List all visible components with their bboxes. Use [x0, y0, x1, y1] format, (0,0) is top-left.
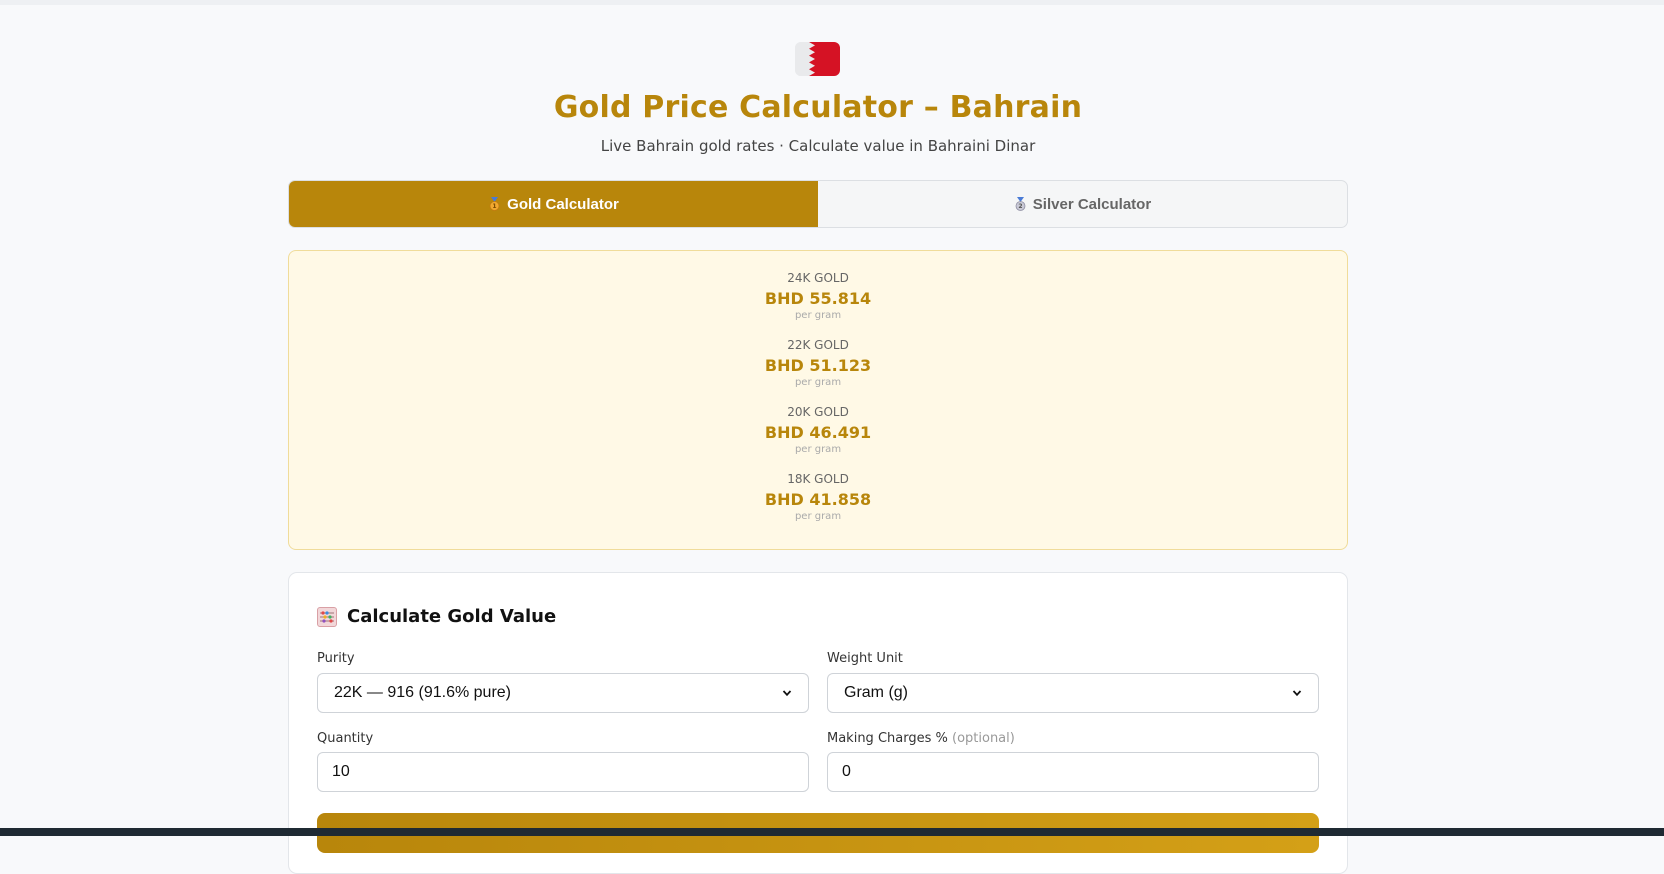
calculator-heading: Calculate Gold Value: [317, 606, 556, 627]
rate-label: 20K GOLD: [787, 405, 849, 419]
rate-24k: 24K GOLD BHD 55.814 per gram: [289, 271, 1347, 324]
gold-medal-icon: 1: [488, 197, 501, 211]
quantity-input[interactable]: 10: [317, 752, 809, 792]
optional-hint: (optional): [952, 731, 1015, 746]
rate-unit: per gram: [794, 444, 842, 455]
making-charges-label-text: Making Charges %: [827, 731, 948, 746]
tab-silver-calculator[interactable]: 2 Silver Calculator: [818, 181, 1347, 227]
making-charges-value: 0: [842, 763, 851, 780]
rate-label: 24K GOLD: [787, 271, 849, 285]
rate-price: BHD 51.123: [764, 356, 872, 375]
tab-gold-calculator[interactable]: 1 Gold Calculator: [289, 181, 818, 227]
purity-value: 22K — 916 (91.6% pure): [334, 684, 511, 701]
chevron-down-icon: [1292, 690, 1302, 697]
rate-price: BHD 55.814: [764, 289, 872, 308]
quantity-label: Quantity: [317, 731, 374, 746]
weight-unit-select[interactable]: Gram (g): [827, 673, 1319, 713]
svg-text:2: 2: [1018, 203, 1022, 210]
tab-silver-label: Silver Calculator: [1032, 195, 1152, 213]
top-border: [0, 0, 1664, 5]
gold-rates-panel: 24K GOLD BHD 55.814 per gram 22K GOLD BH…: [288, 250, 1348, 550]
calculator-heading-text: Calculate Gold Value: [347, 606, 557, 627]
rate-label: 18K GOLD: [787, 472, 849, 486]
rate-unit: per gram: [794, 310, 842, 321]
rate-unit: per gram: [794, 377, 842, 388]
purity-select[interactable]: 22K — 916 (91.6% pure): [317, 673, 809, 713]
tab-gold-label: Gold Calculator: [507, 195, 619, 213]
purity-label: Purity: [317, 651, 355, 666]
making-charges-input[interactable]: 0: [827, 752, 1319, 792]
chevron-down-icon: [782, 690, 792, 697]
page-title: Gold Price Calculator – Bahrain: [553, 90, 1083, 125]
quantity-value: 10: [332, 763, 350, 780]
rate-unit: per gram: [794, 511, 842, 522]
svg-text:1: 1: [493, 203, 497, 210]
bottom-bar: [0, 828, 1664, 836]
silver-medal-icon: 2: [1014, 197, 1027, 211]
rate-label: 22K GOLD: [787, 338, 849, 352]
bahrain-flag-icon: [795, 42, 840, 76]
calculator-tabs: 1 Gold Calculator 2 Silver Calculator: [288, 180, 1348, 228]
weight-unit-value: Gram (g): [844, 684, 908, 701]
rate-20k: 20K GOLD BHD 46.491 per gram: [289, 405, 1347, 458]
rate-22k: 22K GOLD BHD 51.123 per gram: [289, 338, 1347, 391]
rate-price: BHD 46.491: [764, 423, 872, 442]
rate-price: BHD 41.858: [764, 490, 872, 509]
weight-unit-label: Weight Unit: [827, 651, 903, 666]
abacus-icon: [317, 606, 337, 627]
rate-18k: 18K GOLD BHD 41.858 per gram: [289, 472, 1347, 525]
page-subtitle: Live Bahrain gold rates · Calculate valu…: [600, 137, 1036, 155]
making-charges-label: Making Charges % (optional): [827, 731, 1015, 746]
